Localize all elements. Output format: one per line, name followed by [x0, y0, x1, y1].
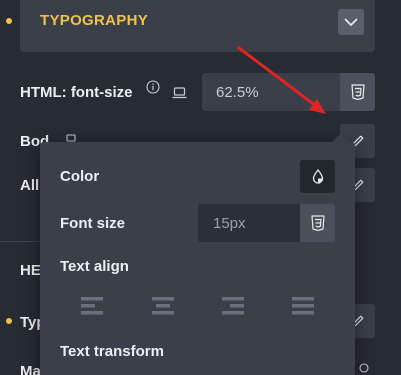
- color-label: Color: [60, 168, 100, 185]
- info-icon[interactable]: [146, 80, 160, 94]
- drop-icon: [312, 169, 323, 184]
- active-indicator-dot: [6, 18, 12, 24]
- font-size-unit-button[interactable]: [300, 204, 335, 242]
- align-right-icon[interactable]: [221, 295, 245, 317]
- css3-icon: [350, 84, 365, 100]
- section-divider: [0, 241, 40, 242]
- css-unit-button[interactable]: [340, 73, 375, 111]
- section-title: TYPOGRAPHY: [40, 12, 149, 29]
- all-row-label: All: [20, 177, 40, 194]
- collapse-button[interactable]: [338, 9, 364, 35]
- align-center-icon[interactable]: [151, 295, 175, 317]
- typography-popup: Color Font size 15px Text align Text tra…: [40, 134, 355, 375]
- color-picker-button[interactable]: [300, 160, 335, 193]
- typography-section-header[interactable]: TYPOGRAPHY: [20, 0, 375, 52]
- font-size-input[interactable]: 15px: [198, 204, 300, 242]
- popup-caret: [332, 134, 348, 142]
- laptop-icon[interactable]: [172, 87, 187, 99]
- align-left-icon[interactable]: [80, 295, 104, 317]
- html-font-size-input[interactable]: 62.5%: [202, 73, 340, 111]
- heading-group-label: HE: [20, 262, 41, 279]
- css3-icon: [310, 215, 325, 231]
- chevron-down-icon: [344, 18, 358, 26]
- margin-row-label: Ma: [20, 363, 41, 375]
- text-transform-label: Text transform: [60, 343, 164, 360]
- active-indicator-dot: [6, 318, 12, 324]
- align-justify-icon[interactable]: [291, 295, 315, 317]
- link-icon[interactable]: [357, 361, 371, 375]
- font-size-label: Font size: [60, 215, 126, 232]
- html-font-size-label: HTML: font-size: [20, 84, 133, 101]
- text-align-label: Text align: [60, 258, 129, 275]
